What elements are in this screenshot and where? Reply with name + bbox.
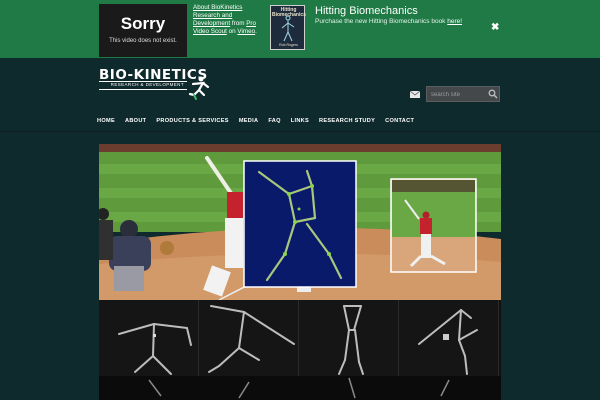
vimeo-link[interactable]: Vimeo bbox=[237, 28, 255, 35]
hero-baseball-scene bbox=[99, 144, 501, 300]
skeleton-frame-graphic bbox=[338, 305, 364, 375]
promo-text: Purchase the new Hitting Biomechanics bo… bbox=[315, 18, 462, 25]
skeleton-frame-graphic bbox=[118, 323, 192, 375]
nav-about[interactable]: ABOUT bbox=[125, 118, 146, 128]
nav-research-study[interactable]: RESEARCH STUDY bbox=[319, 118, 375, 128]
sequence-frame[interactable] bbox=[399, 300, 499, 376]
search-icon[interactable] bbox=[488, 89, 498, 99]
hero-slideshow-image[interactable] bbox=[99, 144, 501, 300]
sequence-frame[interactable] bbox=[299, 300, 399, 376]
logo-underline-bottom bbox=[99, 89, 187, 90]
skeleton-sequence-strip-2 bbox=[99, 376, 501, 400]
promo-heading: Hitting Biomechanics bbox=[315, 5, 418, 17]
nav-divider bbox=[0, 131, 600, 132]
skeleton-frame-graphic bbox=[418, 309, 478, 375]
promo-bar: Sorry This video does not exist. About B… bbox=[0, 0, 600, 58]
search-input[interactable] bbox=[431, 89, 485, 100]
main-nav: HOME ABOUT PRODUCTS & SERVICES MEDIA FAQ… bbox=[97, 118, 424, 128]
skeleton-overlay-panel bbox=[243, 160, 357, 288]
page: Sorry This video does not exist. About B… bbox=[0, 0, 600, 400]
promo-description: Purchase the new Hitting Biomechanics bo… bbox=[315, 18, 446, 25]
book-cover-author: Rob Rogers bbox=[279, 43, 298, 47]
nav-products-services[interactable]: PRODUCTS & SERVICES bbox=[156, 118, 228, 128]
sequence-frame[interactable] bbox=[199, 300, 299, 376]
video-error-message: This video does not exist. bbox=[109, 38, 177, 44]
caption-end: . bbox=[255, 28, 257, 35]
search-box bbox=[426, 86, 500, 102]
skeleton-frame-graphic bbox=[208, 305, 295, 373]
video-player[interactable]: Sorry This video does not exist. bbox=[99, 4, 187, 57]
batter-video-inset bbox=[390, 178, 477, 273]
caption-from: from bbox=[231, 20, 245, 27]
nav-home[interactable]: HOME bbox=[97, 118, 115, 128]
book-cover-image[interactable]: Hitting Biomechanics Rob Rogers bbox=[270, 5, 306, 50]
video-caption: About BioKinetics Research and Developme… bbox=[193, 4, 263, 36]
nav-faq[interactable]: FAQ bbox=[268, 118, 280, 128]
nav-media[interactable]: MEDIA bbox=[239, 118, 259, 128]
mail-icon-glyph bbox=[410, 91, 420, 96]
sequence-frame[interactable] bbox=[99, 300, 199, 376]
site-logo[interactable]: BIO-KINETICS RESEARCH & DEVELOPMENT bbox=[99, 67, 211, 101]
caption-on: on bbox=[228, 28, 236, 35]
logo-tagline: RESEARCH & DEVELOPMENT bbox=[110, 82, 184, 87]
runner-logo-icon bbox=[188, 76, 210, 100]
nav-links[interactable]: LINKS bbox=[291, 118, 309, 128]
close-icon[interactable]: ✖ bbox=[491, 22, 499, 33]
skeleton-sequence-strip bbox=[99, 300, 501, 376]
video-error-title: Sorry bbox=[120, 14, 166, 33]
mail-icon[interactable] bbox=[410, 91, 420, 98]
nav-contact[interactable]: CONTACT bbox=[385, 118, 414, 128]
skeleton-strip-graphic bbox=[148, 377, 450, 399]
promo-here-link[interactable]: here! bbox=[447, 18, 462, 25]
